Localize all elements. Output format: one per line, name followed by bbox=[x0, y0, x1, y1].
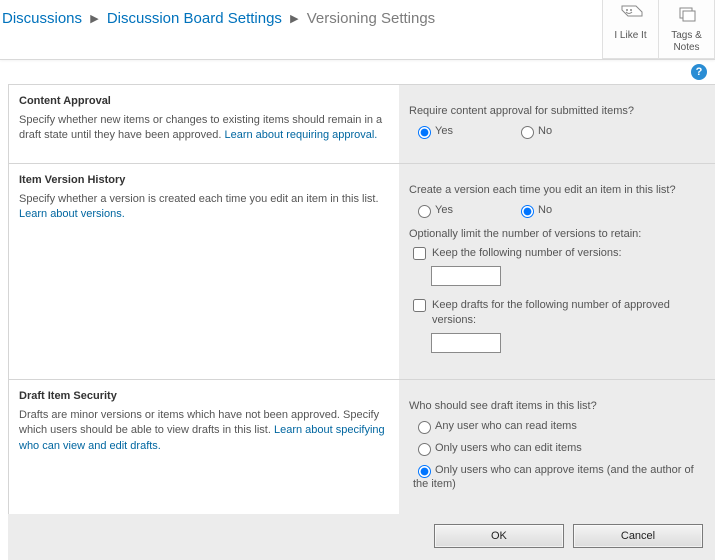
section-title: Draft Item Security bbox=[19, 390, 387, 402]
version-no-radio[interactable] bbox=[521, 205, 534, 218]
section-description: Drafts are minor versions or items which… bbox=[19, 408, 387, 454]
section-title: Content Approval bbox=[19, 95, 387, 107]
approval-no-option[interactable]: No bbox=[516, 123, 552, 139]
smiley-tag-icon bbox=[618, 4, 644, 28]
section-version-history: Item Version History Specify whether a v… bbox=[9, 164, 715, 380]
keep-drafts-text: Keep drafts for the following number of … bbox=[432, 298, 705, 327]
draft-opt-approvers[interactable]: Only users who can approve items (and th… bbox=[413, 464, 694, 490]
create-version-label: Create a version each time you edit an i… bbox=[409, 184, 705, 196]
draft-opt-editors[interactable]: Only users who can edit items bbox=[413, 442, 582, 454]
like-button[interactable]: I Like It bbox=[603, 0, 659, 59]
breadcrumb-link-board-settings[interactable]: Discussion Board Settings bbox=[107, 10, 282, 27]
version-no-option[interactable]: No bbox=[516, 202, 552, 218]
breadcrumb-link-discussions[interactable]: Discussions bbox=[2, 10, 82, 27]
keep-drafts-input[interactable] bbox=[431, 333, 501, 353]
section-title: Item Version History bbox=[19, 174, 387, 186]
tags-notes-button[interactable]: Tags & Notes bbox=[659, 0, 715, 59]
cancel-button[interactable]: Cancel bbox=[573, 524, 703, 548]
learn-versions-link[interactable]: Learn about versions. bbox=[19, 208, 125, 220]
chevron-right-icon: ▶ bbox=[86, 12, 102, 25]
draft-editors-radio[interactable] bbox=[418, 443, 431, 456]
breadcrumb-current: Versioning Settings bbox=[307, 10, 435, 27]
require-approval-label: Require content approval for submitted i… bbox=[409, 105, 705, 117]
like-label: I Like It bbox=[614, 30, 646, 41]
section-description: Specify whether new items or changes to … bbox=[19, 113, 387, 144]
limit-versions-label: Optionally limit the number of versions … bbox=[409, 228, 705, 240]
tags-label: Tags & Notes bbox=[671, 30, 702, 53]
draft-approvers-radio[interactable] bbox=[418, 465, 431, 478]
section-content-approval: Content Approval Specify whether new ite… bbox=[9, 85, 715, 164]
ok-button[interactable]: OK bbox=[434, 524, 564, 548]
help-icon[interactable]: ? bbox=[691, 64, 707, 80]
section-description: Specify whether a version is created eac… bbox=[19, 192, 387, 223]
chevron-right-icon: ▶ bbox=[286, 12, 302, 25]
draft-visibility-label: Who should see draft items in this list? bbox=[409, 400, 705, 412]
approval-yes-radio[interactable] bbox=[418, 126, 431, 139]
draft-opt-readers[interactable]: Any user who can read items bbox=[413, 420, 577, 432]
approval-yes-option[interactable]: Yes bbox=[413, 123, 453, 139]
keep-versions-input[interactable] bbox=[431, 266, 501, 286]
draft-readers-radio[interactable] bbox=[418, 421, 431, 434]
keep-versions-text: Keep the following number of versions: bbox=[432, 246, 705, 260]
section-draft-security: Draft Item Security Drafts are minor ver… bbox=[9, 380, 715, 514]
approval-no-radio[interactable] bbox=[521, 126, 534, 139]
keep-versions-checkbox[interactable] bbox=[413, 247, 426, 260]
breadcrumb: Discussions ▶ Discussion Board Settings … bbox=[0, 0, 435, 27]
learn-approval-link[interactable]: Learn about requiring approval. bbox=[224, 129, 377, 141]
tags-icon bbox=[674, 4, 700, 28]
version-yes-option[interactable]: Yes bbox=[413, 202, 453, 218]
ribbon-actions: I Like It Tags & Notes bbox=[602, 0, 715, 59]
version-yes-radio[interactable] bbox=[418, 205, 431, 218]
keep-drafts-checkbox[interactable] bbox=[413, 299, 426, 312]
